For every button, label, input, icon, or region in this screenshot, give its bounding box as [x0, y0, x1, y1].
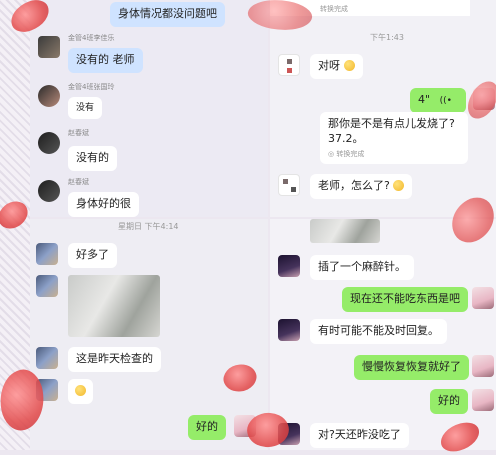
- smile-emoji-icon: [75, 385, 86, 396]
- avatar[interactable]: [278, 255, 300, 277]
- avatar[interactable]: [472, 355, 494, 377]
- avatar[interactable]: [472, 287, 494, 309]
- chat-bubble: 好的: [430, 389, 468, 414]
- avatar[interactable]: [472, 389, 494, 411]
- chat-bubble: 那你是不是有点儿发烧了? 37.2。 ◎ 转换完成: [320, 112, 468, 165]
- chat-bubble: 没有: [68, 97, 103, 120]
- smile-emoji-icon: [393, 180, 405, 191]
- chat-panel-bottom-right: 插了一个麻醉针。 现在还不能吃东西是吧 有时可能不能及时回复。 慢慢恢复恢复就好…: [270, 219, 496, 450]
- chat-bubble: 慢慢恢复恢复就好了: [354, 355, 469, 380]
- conversion-status: 转换完成: [320, 5, 348, 13]
- sender-name: 金管4班李佳乐: [68, 34, 115, 42]
- message-text: 那你是不是有点儿发烧了?: [328, 117, 455, 130]
- chat-panel-top-right: 转换完成 下午1:43 对呀 4" ((• 那你是不是有点儿发烧了? 37.2。…: [270, 0, 496, 217]
- chat-panel-top-left: 身体情况都没问题吧 金管4班李佳乐 没有的 老师 金管4班张国玲 没有 赵春斌 …: [30, 0, 268, 217]
- voice-message[interactable]: 4" ((•: [410, 88, 466, 113]
- sender-name: 赵春斌: [68, 129, 89, 137]
- chat-bubble: 对?天还昨没吃了: [310, 423, 409, 448]
- chat-bubble: 插了一个麻醉针。: [310, 255, 414, 280]
- chat-bubble: 这是昨天检查的: [68, 347, 161, 372]
- sender-name: 赵春斌: [68, 178, 89, 186]
- chat-bubble: 没有的 老师: [68, 48, 143, 73]
- chat-bubble: 好多了: [68, 243, 117, 268]
- chat-bubble: 没有的: [68, 146, 117, 171]
- chat-bubble: 身体情况都没问题吧: [110, 2, 225, 27]
- voice-wave-icon: ((•: [439, 96, 452, 106]
- avatar[interactable]: [36, 275, 58, 297]
- chat-bubble: [68, 379, 93, 404]
- conversion-status: 转换完成: [336, 149, 365, 158]
- avatar[interactable]: [278, 54, 300, 76]
- avatar[interactable]: [38, 132, 60, 154]
- chat-bubble: 好的: [188, 415, 226, 440]
- avatar[interactable]: [38, 180, 60, 202]
- avatar[interactable]: [36, 243, 58, 265]
- collage: 身体情况都没问题吧 金管4班李佳乐 没有的 老师 金管4班张国玲 没有 赵春斌 …: [0, 0, 496, 455]
- sender-name: 金管4班张国玲: [68, 83, 115, 91]
- avatar[interactable]: [278, 174, 300, 196]
- shared-photo[interactable]: [310, 219, 380, 243]
- shared-photo[interactable]: [68, 275, 160, 337]
- timestamp: 下午1:43: [370, 33, 404, 42]
- chat-bubble: 身体好的很: [68, 192, 139, 217]
- voice-duration: 4": [418, 93, 431, 106]
- message-text: 37.2。: [328, 131, 364, 145]
- avatar[interactable]: [36, 347, 58, 369]
- chat-bubble: 有时可能不能及时回复。: [310, 319, 447, 344]
- message-text: 老师，怎么了?: [318, 179, 390, 192]
- message-text: 对呀: [318, 59, 340, 72]
- timestamp: 星期日 下午4:14: [118, 222, 179, 231]
- chat-bubble: 对呀: [310, 54, 363, 79]
- chat-bubble: 老师，怎么了?: [310, 174, 413, 199]
- smile-emoji-icon: [343, 60, 355, 71]
- avatar[interactable]: [278, 319, 300, 341]
- avatar[interactable]: [38, 85, 60, 107]
- avatar[interactable]: [38, 36, 60, 58]
- chat-bubble: 现在还不能吃东西是吧: [342, 287, 468, 312]
- chat-panel-bottom-left: 星期日 下午4:14 好多了 这是昨天检查的 好的: [30, 219, 268, 450]
